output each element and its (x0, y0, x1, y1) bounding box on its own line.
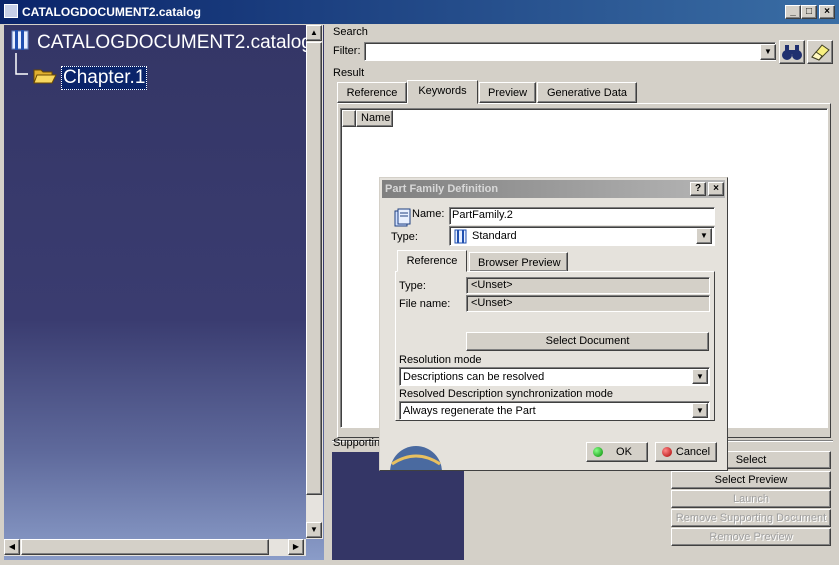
scroll-thumb[interactable] (306, 42, 322, 495)
part-family-definition-dialog: Part Family Definition ? × Name: PartFam… (379, 177, 728, 471)
name-label: Name: (412, 208, 445, 220)
cancel-red-icon (662, 447, 672, 457)
cancel-button[interactable]: Cancel (655, 442, 717, 462)
clear-filter-button[interactable] (807, 40, 833, 64)
reference-type-value: <Unset> (466, 277, 710, 294)
eraser-icon (811, 44, 830, 61)
sync-mode-value: Always regenerate the Part (403, 405, 536, 417)
ok-label: OK (616, 446, 632, 458)
remove-supporting-document-button[interactable]: Remove Supporting Document (671, 509, 831, 527)
filter-input[interactable] (364, 42, 776, 61)
tree-root-label[interactable]: CATALOGDOCUMENT2.catalog (37, 32, 312, 54)
filter-dropdown-arrow-icon[interactable]: ▼ (760, 44, 776, 60)
resolution-mode-value: Descriptions can be resolved (403, 371, 545, 383)
maximize-button[interactable]: □ (801, 5, 817, 19)
close-button[interactable]: × (819, 5, 835, 19)
scroll-right-arrow-icon[interactable]: ▶ (288, 539, 304, 555)
type-select-value: Standard (472, 230, 517, 242)
globe-decoration-icon (390, 446, 442, 470)
name-input[interactable]: PartFamily.2 (449, 207, 715, 225)
sync-mode-label: Resolved Description synchronization mod… (399, 388, 613, 400)
window-title: CATALOGDOCUMENT2.catalog (22, 5, 201, 19)
window-titlebar: CATALOGDOCUMENT2.catalog _ □ × (0, 0, 839, 24)
type-label: Type: (391, 231, 418, 243)
tab-generative-data[interactable]: Generative Data (537, 82, 637, 103)
file-name-value: <Unset> (466, 295, 710, 312)
search-binoculars-button[interactable] (779, 40, 805, 64)
tree-horizontal-scrollbar[interactable]: ◀ ▶ (4, 539, 306, 556)
dialog-close-button[interactable]: × (708, 182, 724, 196)
catalog-book-icon (11, 30, 29, 50)
remove-preview-button[interactable]: Remove Preview (671, 528, 831, 546)
tab-keywords[interactable]: Keywords (407, 80, 478, 104)
file-name-label: File name: (399, 298, 451, 310)
search-section-label: Search (333, 26, 368, 38)
ok-button[interactable]: OK (586, 442, 648, 462)
dialog-tab-browser-preview[interactable]: Browser Preview (469, 252, 568, 272)
catalog-app-icon (4, 4, 18, 18)
type-dropdown-arrow-icon[interactable]: ▼ (696, 228, 712, 244)
hscroll-thumb[interactable] (21, 539, 269, 555)
result-section-label: Result (333, 67, 365, 79)
minimize-button[interactable]: _ (785, 5, 801, 19)
tab-reference[interactable]: Reference (337, 82, 407, 103)
tab-preview[interactable]: Preview (479, 82, 536, 103)
dialog-help-button[interactable]: ? (690, 182, 706, 196)
sync-dropdown-arrow-icon[interactable]: ▼ (692, 403, 708, 418)
column-header-name[interactable]: Name (356, 110, 393, 127)
type-select[interactable]: Standard ▼ (449, 226, 715, 246)
filter-label: Filter: (333, 45, 361, 57)
catalog-tree: CATALOGDOCUMENT2.catalog Chapter.1 ▲ ▼ ◀… (4, 25, 324, 560)
resolution-dropdown-arrow-icon[interactable]: ▼ (692, 369, 708, 384)
scroll-down-arrow-icon[interactable]: ▼ (306, 522, 322, 538)
launch-button[interactable]: Launch (671, 490, 831, 508)
resolution-mode-select[interactable]: Descriptions can be resolved ▼ (399, 367, 710, 386)
scroll-up-arrow-icon[interactable]: ▲ (306, 25, 322, 41)
tree-vertical-scrollbar[interactable]: ▲ ▼ (306, 25, 323, 539)
standard-catalog-icon (454, 229, 467, 244)
reference-type-label: Type: (399, 280, 426, 292)
binoculars-icon (782, 45, 802, 60)
part-family-icon (394, 208, 411, 227)
select-document-button[interactable]: Select Document (466, 332, 709, 351)
folder-open-icon (33, 69, 57, 84)
select-preview-button[interactable]: Select Preview (671, 471, 831, 489)
resolution-mode-label: Resolution mode (399, 354, 482, 366)
scroll-left-arrow-icon[interactable]: ◀ (4, 539, 20, 555)
list-corner-header (342, 110, 356, 127)
dialog-title: Part Family Definition (385, 183, 499, 195)
tree-child-chapter[interactable]: Chapter.1 (61, 66, 148, 90)
sync-mode-select[interactable]: Always regenerate the Part ▼ (399, 401, 710, 420)
dialog-titlebar: Part Family Definition ? × (382, 180, 725, 198)
ok-green-icon (593, 447, 603, 457)
dialog-tab-reference[interactable]: Reference (397, 250, 467, 272)
